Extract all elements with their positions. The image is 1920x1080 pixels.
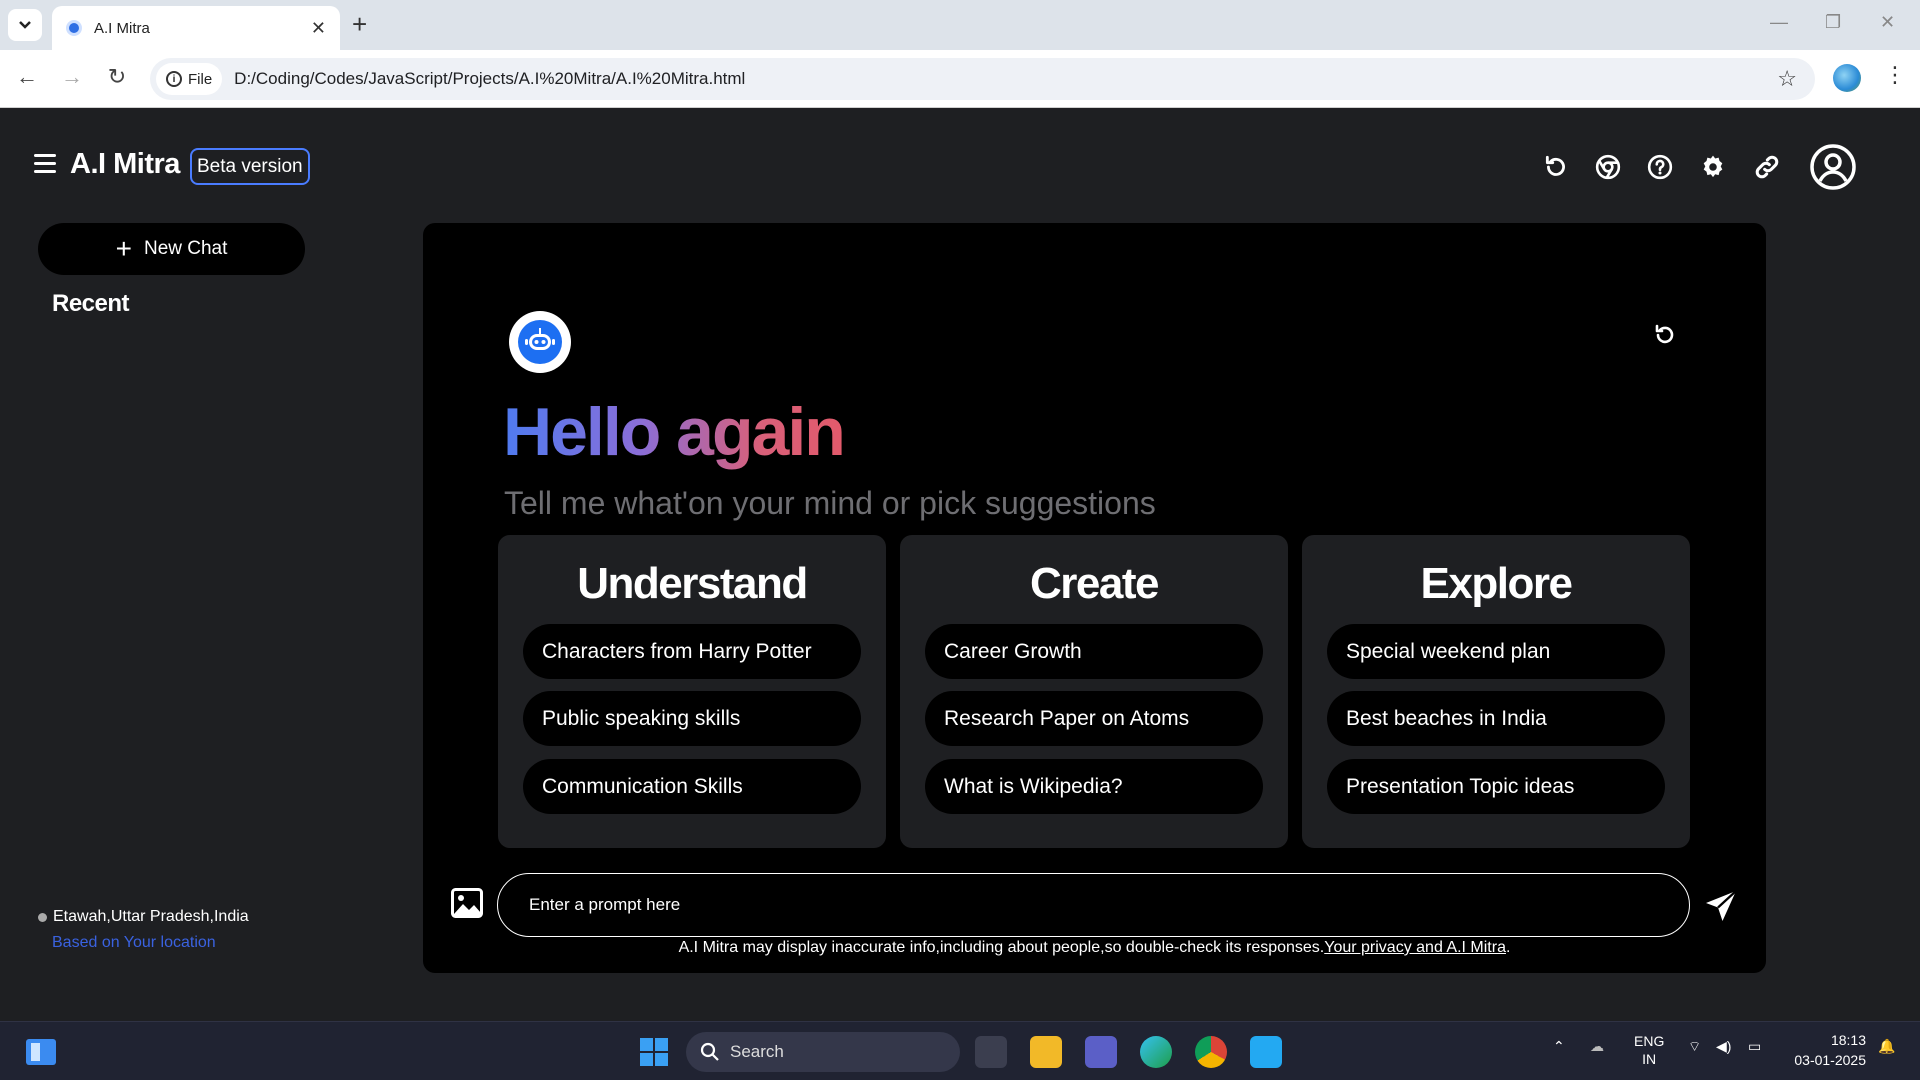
card-understand: Understand Characters from Harry Potter … xyxy=(498,535,886,848)
tray-overflow-icon[interactable]: ⌃ xyxy=(1553,1038,1565,1055)
suggestion-chip[interactable]: What is Wikipedia? xyxy=(925,759,1263,814)
windows-start-icon[interactable] xyxy=(640,1038,668,1066)
search-label: Search xyxy=(730,1042,784,1061)
edge-icon[interactable] xyxy=(1140,1036,1172,1068)
lang-bottom: IN xyxy=(1642,1051,1657,1067)
send-icon[interactable] xyxy=(1703,888,1739,924)
volume-icon[interactable]: ◀) xyxy=(1716,1038,1731,1055)
onedrive-icon[interactable]: ☁ xyxy=(1590,1038,1604,1055)
location-info: Etawah,Uttar Pradesh,India xyxy=(38,908,249,926)
suggestion-chip[interactable]: Best beaches in India xyxy=(1327,691,1665,746)
prompt-input[interactable] xyxy=(497,873,1690,937)
suggestion-chip[interactable]: Career Growth xyxy=(925,624,1263,679)
vscode-icon[interactable] xyxy=(1250,1036,1282,1068)
new-chat-button[interactable]: + New Chat xyxy=(38,223,305,275)
more-menu-icon[interactable]: ⋮ xyxy=(1884,62,1906,88)
favicon-icon xyxy=(66,20,82,36)
help-icon[interactable] xyxy=(1645,152,1675,182)
location-note-link[interactable]: Based on Your location xyxy=(52,934,216,952)
suggestion-cards: Understand Characters from Harry Potter … xyxy=(498,535,1690,848)
forward-icon[interactable]: → xyxy=(57,64,87,90)
card-title: Explore xyxy=(1420,559,1573,608)
browser-profile-icon[interactable] xyxy=(1833,64,1861,92)
bookmark-star-icon[interactable]: ☆ xyxy=(1777,66,1797,92)
card-title: Create xyxy=(1030,559,1159,608)
disclaimer-end: . xyxy=(1505,939,1511,956)
greeting-title: Hello again xyxy=(503,394,846,470)
card-create: Create Career Growth Research Paper on A… xyxy=(900,535,1288,848)
wifi-icon[interactable]: ⌔ xyxy=(1688,1038,1701,1056)
refresh-icon[interactable] xyxy=(1541,152,1571,182)
file-explorer-icon[interactable] xyxy=(1030,1036,1062,1068)
chrome-icon[interactable] xyxy=(1593,152,1623,182)
url-text[interactable]: D:/Coding/Codes/JavaScript/Projects/A.I%… xyxy=(234,69,1777,89)
language-indicator[interactable]: ENG IN xyxy=(1634,1032,1664,1068)
bot-avatar xyxy=(509,311,571,373)
back-icon[interactable]: ← xyxy=(12,64,42,90)
location-dot-icon xyxy=(38,912,47,922)
card-explore: Explore Special weekend plan Best beache… xyxy=(1302,535,1690,848)
menu-icon[interactable] xyxy=(34,154,56,173)
app-root: A.I Mitra Beta version + New Chat Recent… xyxy=(0,108,1920,1021)
suggestion-chip[interactable]: Characters from Harry Potter xyxy=(523,624,861,679)
minimize-icon[interactable]: — xyxy=(1770,12,1788,33)
reset-chat-icon[interactable] xyxy=(1653,323,1681,351)
battery-icon[interactable]: ▭ xyxy=(1748,1038,1761,1055)
card-title: Understand xyxy=(577,559,808,608)
brand-title: A.I Mitra xyxy=(70,148,180,180)
suggestion-chip[interactable]: Research Paper on Atoms xyxy=(925,691,1263,746)
beta-badge: Beta version xyxy=(190,148,310,185)
new-chat-label: New Chat xyxy=(143,238,228,259)
new-tab-button[interactable]: + xyxy=(352,11,367,37)
clock-date: 03-01-2025 xyxy=(1794,1052,1866,1068)
privacy-link[interactable]: Your privacy and A.I Mitra xyxy=(1324,939,1506,956)
disclaimer: A.I Mitra may display inaccurate info,in… xyxy=(423,939,1766,957)
close-tab-icon[interactable]: ✕ xyxy=(311,18,326,39)
robot-icon xyxy=(518,320,562,364)
close-window-icon[interactable]: ✕ xyxy=(1880,12,1895,33)
greeting-subtitle: Tell me what'on your mind or pick sugges… xyxy=(504,485,1156,521)
suggestion-chip[interactable]: Public speaking skills xyxy=(523,691,861,746)
chevron-down-icon xyxy=(19,21,31,29)
chrome-taskbar-icon[interactable] xyxy=(1195,1036,1227,1068)
recent-heading: Recent xyxy=(52,290,130,317)
browser-tab-strip: A.I Mitra ✕ + — ❐ ✕ xyxy=(0,0,1920,50)
search-icon xyxy=(700,1042,719,1061)
task-view-icon[interactable] xyxy=(975,1036,1007,1068)
disclaimer-text: A.I Mitra may display inaccurate info,in… xyxy=(678,939,1325,956)
taskbar-search[interactable]: Search xyxy=(686,1032,960,1072)
clock-time: 18:13 xyxy=(1830,1032,1866,1048)
lang-top: ENG xyxy=(1634,1033,1665,1049)
restore-icon[interactable]: ❐ xyxy=(1825,12,1841,33)
suggestion-chip[interactable]: Communication Skills xyxy=(523,759,861,814)
site-info-chip[interactable]: i File xyxy=(156,63,223,95)
image-upload-icon[interactable] xyxy=(451,888,483,918)
browser-tab[interactable]: A.I Mitra ✕ xyxy=(52,6,340,50)
widgets-icon[interactable] xyxy=(26,1039,56,1065)
chat-panel: Hello again Tell me what'on your mind or… xyxy=(423,223,1766,973)
location-text: Etawah,Uttar Pradesh,India xyxy=(53,908,249,925)
tab-title: A.I Mitra xyxy=(94,19,150,37)
link-icon[interactable] xyxy=(1752,152,1782,182)
site-info-label: File xyxy=(188,70,213,88)
reload-icon[interactable]: ↻ xyxy=(102,64,132,90)
os-taskbar: Search ⌃ ☁ ENG IN ⌔ ◀) ▭ 18:13 03-01-202… xyxy=(0,1021,1920,1080)
browser-toolbar: ← → ↻ i File D:/Coding/Codes/JavaScript/… xyxy=(0,50,1920,108)
suggestion-chip[interactable]: Special weekend plan xyxy=(1327,624,1665,679)
teams-icon[interactable] xyxy=(1085,1036,1117,1068)
system-clock[interactable]: 18:13 03-01-2025 xyxy=(1786,1030,1866,1070)
address-bar[interactable]: i File D:/Coding/Codes/JavaScript/Projec… xyxy=(150,58,1815,100)
notifications-icon[interactable]: 🔔 xyxy=(1878,1038,1895,1055)
account-icon[interactable] xyxy=(1810,144,1856,190)
plus-icon: + xyxy=(115,233,132,264)
info-icon: i xyxy=(166,71,182,87)
settings-icon[interactable] xyxy=(1698,152,1728,182)
suggestion-chip[interactable]: Presentation Topic ideas xyxy=(1327,759,1665,814)
tab-search-button[interactable] xyxy=(8,9,42,41)
